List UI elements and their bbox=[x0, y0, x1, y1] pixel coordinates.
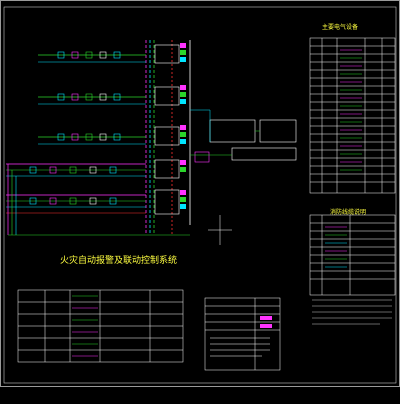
control-center bbox=[190, 109, 297, 245]
symbol-table bbox=[204, 297, 281, 371]
schedule-table bbox=[17, 289, 184, 363]
fire-cable-title: 消防线缆说明 bbox=[330, 209, 367, 216]
fire-cable-table bbox=[309, 214, 396, 296]
floor-row-2 bbox=[38, 85, 186, 106]
outer-border bbox=[0, 0, 400, 387]
floor-row-4 bbox=[6, 159, 186, 179]
legend-title: 主要电气设备 bbox=[322, 24, 359, 31]
floor-row-5 bbox=[6, 189, 186, 215]
cad-drawing-canvas bbox=[0, 0, 400, 400]
floor-row-1 bbox=[38, 43, 186, 64]
legend-table bbox=[309, 37, 396, 194]
floor-rows bbox=[6, 43, 190, 236]
drawing-title: 火灾自动报警及联动控制系统 bbox=[60, 256, 178, 266]
notes-block bbox=[312, 299, 392, 325]
floor-row-3 bbox=[38, 125, 186, 146]
cad-drawing bbox=[0, 0, 400, 387]
